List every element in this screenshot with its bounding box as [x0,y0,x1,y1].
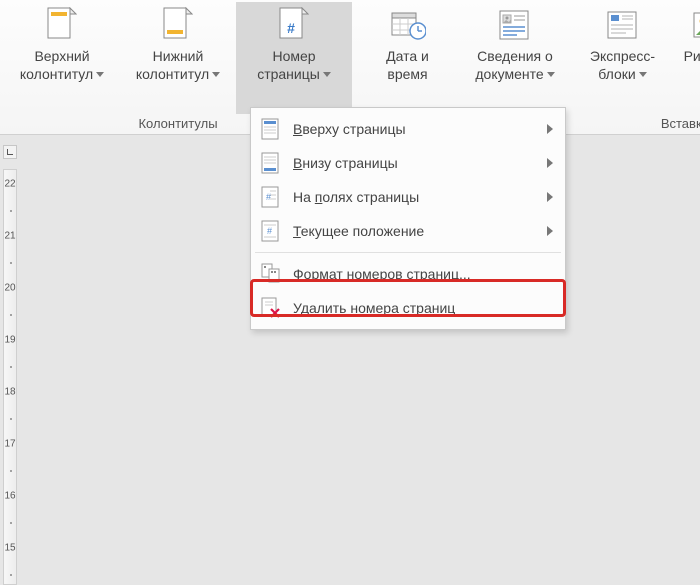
doc-info-icon [497,6,533,46]
footer-icon [160,6,196,46]
chevron-down-icon [639,72,647,77]
ruler-minor-tick [10,366,12,368]
ruler-tick: 15 [4,543,16,554]
submenu-arrow-icon [547,124,553,134]
ruler-minor-tick [10,262,12,264]
menu-divider [255,252,561,253]
page-number-button[interactable]: # Номер страницы [236,2,352,114]
chevron-down-icon [547,72,555,77]
page-margins-icon: # [261,186,283,208]
ruler-minor-tick [10,470,12,472]
header-button[interactable]: Верхний колонтитул [4,2,120,114]
svg-text:#: # [267,226,272,236]
menu-item-page-margins[interactable]: # На полях страницы [253,180,563,214]
ruler-minor-tick [10,210,12,212]
submenu-arrow-icon [547,158,553,168]
menu-item-remove-page-numbers[interactable]: Удалить номера страниц [253,291,563,325]
footer-label-1: Нижний [153,48,204,64]
quick-parts-button[interactable]: Экспресс-блоки [575,2,670,114]
pictures-icon [692,6,700,46]
header-label-1: Верхний [34,48,89,64]
ruler-tick: 21 [4,231,16,242]
format-page-numbers-icon [261,263,283,285]
quick-parts-icon [605,6,641,46]
ruler-minor-tick [10,418,12,420]
menu-label: Формат номеров страниц... [293,266,553,282]
chevron-down-icon [212,72,220,77]
ruler-tick: 17 [4,439,16,450]
doc-info-label-2: документе [475,66,543,82]
submenu-arrow-icon [547,226,553,236]
chevron-down-icon [323,72,331,77]
menu-label: Внизу страницы [293,155,547,171]
ruler-minor-tick [10,574,12,576]
ruler-minor-tick [10,522,12,524]
menu-item-format-page-numbers[interactable]: Формат номеров страниц... [253,257,563,291]
ruler-tick: 18 [4,387,16,398]
ruler-corner [3,145,17,159]
quick-parts-label-2: блоки [598,66,635,82]
menu-item-bottom-of-page[interactable]: Внизу страницы [253,146,563,180]
page-number-label-2: страницы [257,66,320,82]
ruler-tick: 22 [4,179,16,190]
svg-text:#: # [266,192,271,202]
top-of-page-icon [261,118,283,140]
pictures-button[interactable]: Рисунки [670,2,700,114]
submenu-arrow-icon [547,192,553,202]
menu-label: На полях страницы [293,189,547,205]
current-position-icon: # [261,220,283,242]
page-number-menu: Вверху страницы Внизу страницы # На поля… [250,107,566,330]
chevron-down-icon [96,72,104,77]
menu-item-current-position[interactable]: # Текущее положение [253,214,563,248]
menu-label: Текущее положение [293,223,547,239]
footer-button[interactable]: Нижний колонтитул [120,2,236,114]
date-time-label-2: время [387,66,427,82]
date-time-icon [390,6,426,46]
ruler-minor-tick [10,314,12,316]
page-number-icon: # [276,6,312,46]
menu-label: Удалить номера страниц [293,300,553,316]
doc-info-label-1: Сведения о [477,48,553,64]
ruler-tick: 19 [4,335,16,346]
pictures-label: Рисунки [684,48,700,64]
doc-info-button[interactable]: Сведения о документе [455,2,575,114]
svg-text:#: # [287,20,295,36]
quick-parts-label-1: Экспресс- [590,48,655,64]
ruler-tick: 20 [4,283,16,294]
bottom-of-page-icon [261,152,283,174]
vertical-ruler[interactable]: 22 21 20 19 18 17 16 15 [3,169,17,585]
date-time-button[interactable]: Дата и время [360,2,455,114]
date-time-label-1: Дата и [386,48,429,64]
footer-label-2: колонтитул [136,66,209,82]
remove-page-numbers-icon [261,297,283,319]
header-icon [44,6,80,46]
menu-label: Вверху страницы [293,121,547,137]
page-number-label-1: Номер [272,48,315,64]
header-label-2: колонтитул [20,66,93,82]
ruler-tick: 16 [4,491,16,502]
menu-item-top-of-page[interactable]: Вверху страницы [253,112,563,146]
